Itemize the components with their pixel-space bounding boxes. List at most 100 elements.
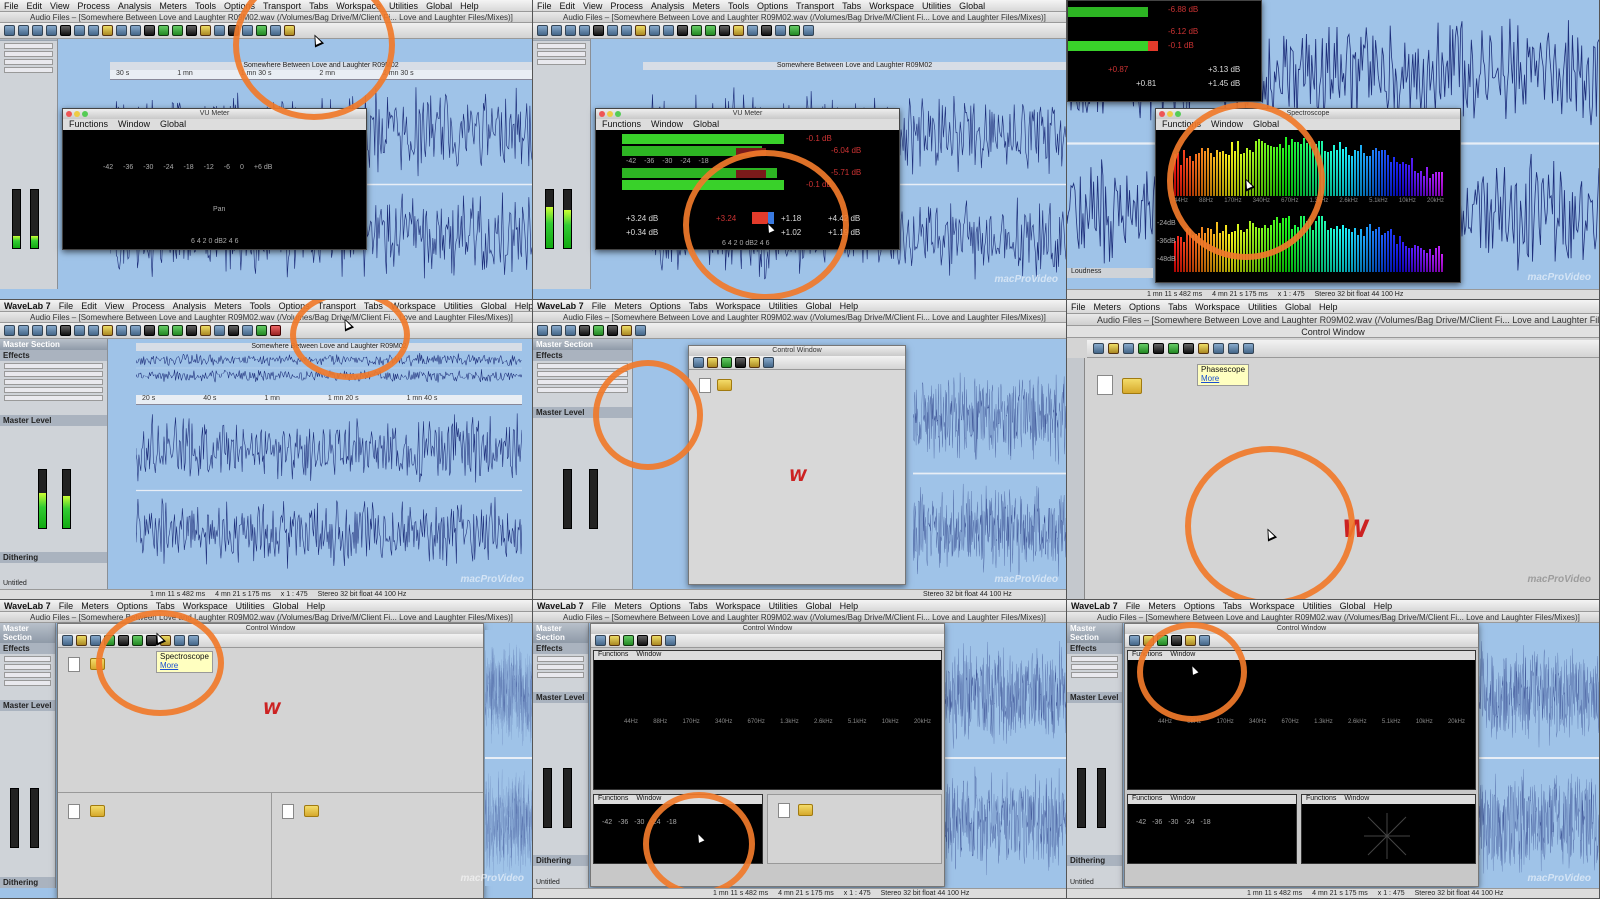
phasescope-icon[interactable] xyxy=(651,635,662,646)
level-meter-icon[interactable] xyxy=(172,25,183,36)
folder-icon[interactable] xyxy=(798,804,813,816)
redo-icon[interactable] xyxy=(46,25,57,36)
copy-icon[interactable] xyxy=(74,325,85,336)
menu-window[interactable]: Window xyxy=(1170,795,1195,804)
zoom-icon[interactable] xyxy=(116,325,127,336)
menu-edit[interactable]: Edit xyxy=(81,301,97,311)
menu-file[interactable]: File xyxy=(592,301,607,311)
menu-view[interactable]: View xyxy=(50,1,69,11)
control-window[interactable]: Control Window Spectroscope More W xyxy=(57,623,484,898)
help-icon[interactable] xyxy=(188,635,199,646)
new-icon[interactable] xyxy=(1129,635,1140,646)
spectroscope-icon[interactable] xyxy=(186,325,197,336)
vu-meter-window[interactable]: VU Meter Functions Window Global -42 -36… xyxy=(62,108,367,250)
effect-slot[interactable] xyxy=(537,371,628,377)
waveform-view[interactable] xyxy=(1479,630,1599,886)
menu-window[interactable]: Window xyxy=(1211,119,1243,130)
help-icon[interactable] xyxy=(284,25,295,36)
effect-slot[interactable] xyxy=(4,680,51,686)
menu-options[interactable]: Options xyxy=(279,301,310,311)
folder-icon[interactable] xyxy=(1122,378,1142,394)
open-icon[interactable] xyxy=(4,325,15,336)
loudness-icon[interactable] xyxy=(256,25,267,36)
effect-slot[interactable] xyxy=(1071,672,1118,678)
phasescope-icon[interactable] xyxy=(200,325,211,336)
effect-slot[interactable] xyxy=(4,672,51,678)
vu-meter-icon[interactable] xyxy=(1138,343,1149,354)
pencil-icon[interactable] xyxy=(102,25,113,36)
menu-global[interactable]: Global xyxy=(806,301,832,311)
menu-analysis[interactable]: Analysis xyxy=(173,301,207,311)
vu-meter-icon[interactable] xyxy=(691,25,702,36)
menu-process[interactable]: Process xyxy=(610,1,643,11)
menu-workspace[interactable]: Workspace xyxy=(1250,601,1295,611)
phasescope-icon[interactable] xyxy=(749,357,760,368)
menu-global[interactable]: Global xyxy=(1340,601,1366,611)
paste-icon[interactable] xyxy=(621,25,632,36)
menu-tabs[interactable]: Tabs xyxy=(364,301,383,311)
menu-utilities[interactable]: Utilities xyxy=(236,601,265,611)
effect-slot[interactable] xyxy=(537,672,584,678)
document-icon[interactable] xyxy=(1097,375,1113,395)
new-icon[interactable] xyxy=(62,635,73,646)
phasescope-icon[interactable] xyxy=(1198,343,1209,354)
close-icon[interactable] xyxy=(599,111,605,117)
menu-help[interactable]: Help xyxy=(460,1,479,11)
minimize-icon[interactable] xyxy=(1167,111,1173,117)
menu-tools[interactable]: Tools xyxy=(195,1,216,11)
app-name[interactable]: WaveLab 7 xyxy=(537,301,584,311)
loudness-icon[interactable] xyxy=(789,25,800,36)
app-name[interactable]: WaveLab 7 xyxy=(537,601,584,611)
pencil-icon[interactable] xyxy=(635,25,646,36)
spectroscope-pane[interactable]: Functions Window 44Hz 88Hz 170Hz 340Hz 6… xyxy=(1127,650,1476,790)
help-icon[interactable] xyxy=(665,635,676,646)
record-icon[interactable] xyxy=(270,325,281,336)
menu-global[interactable]: Global xyxy=(693,119,719,130)
overview-waveform[interactable] xyxy=(136,352,522,384)
app-name[interactable]: WaveLab 7 xyxy=(1071,601,1118,611)
effect-slot[interactable] xyxy=(4,51,53,57)
level-icon[interactable] xyxy=(118,635,129,646)
menu-global[interactable]: Global xyxy=(806,601,832,611)
menu-meters[interactable]: Meters xyxy=(692,1,720,11)
phasescope-icon[interactable] xyxy=(200,25,211,36)
help-icon[interactable] xyxy=(763,357,774,368)
cut-icon[interactable] xyxy=(579,325,590,336)
open-icon[interactable] xyxy=(537,325,548,336)
settings-icon[interactable] xyxy=(635,325,646,336)
folder-icon[interactable] xyxy=(90,658,105,670)
effect-slot[interactable] xyxy=(4,59,53,65)
spectroscope-icon[interactable] xyxy=(735,357,746,368)
menu-tools[interactable]: Tools xyxy=(250,301,271,311)
menu-process[interactable]: Process xyxy=(77,1,110,11)
menu-window[interactable]: Window xyxy=(1344,795,1369,804)
meter-icon[interactable] xyxy=(677,25,688,36)
vu-meter-pane[interactable]: Functions Window -42 -36 -30 -24 -18 xyxy=(593,794,763,864)
help-icon[interactable] xyxy=(1199,635,1210,646)
menu-window[interactable]: Window xyxy=(118,119,150,130)
save-icon[interactable] xyxy=(18,325,29,336)
menu-functions[interactable]: Functions xyxy=(1162,119,1201,130)
menu-file[interactable]: File xyxy=(59,301,74,311)
spectroscope-pane[interactable]: Functions Window 44Hz 88Hz 170Hz 340Hz 6… xyxy=(593,650,942,790)
effect-slot[interactable] xyxy=(4,67,53,73)
menu-transport[interactable]: Transport xyxy=(796,1,834,11)
effect-slot[interactable] xyxy=(4,664,51,670)
menu-options[interactable]: Options xyxy=(650,301,681,311)
effect-slot[interactable] xyxy=(4,395,103,401)
waveform-view[interactable] xyxy=(485,630,532,886)
menu-functions[interactable]: Functions xyxy=(598,795,628,804)
menu-functions[interactable]: Functions xyxy=(1132,651,1162,660)
copy-icon[interactable] xyxy=(74,25,85,36)
loudness-tab[interactable]: Loudness xyxy=(1067,268,1153,278)
menu-file[interactable]: File xyxy=(59,601,74,611)
effect-slot[interactable] xyxy=(537,59,586,65)
phasescope-pane[interactable]: Functions Window xyxy=(1301,794,1476,864)
save-icon[interactable] xyxy=(551,25,562,36)
effect-slot[interactable] xyxy=(537,664,584,670)
document-icon[interactable] xyxy=(68,804,80,819)
folder-icon[interactable] xyxy=(717,379,732,391)
menu-edit[interactable]: Edit xyxy=(27,1,43,11)
vu-meter-icon[interactable] xyxy=(593,325,604,336)
menu-workspace[interactable]: Workspace xyxy=(391,301,436,311)
